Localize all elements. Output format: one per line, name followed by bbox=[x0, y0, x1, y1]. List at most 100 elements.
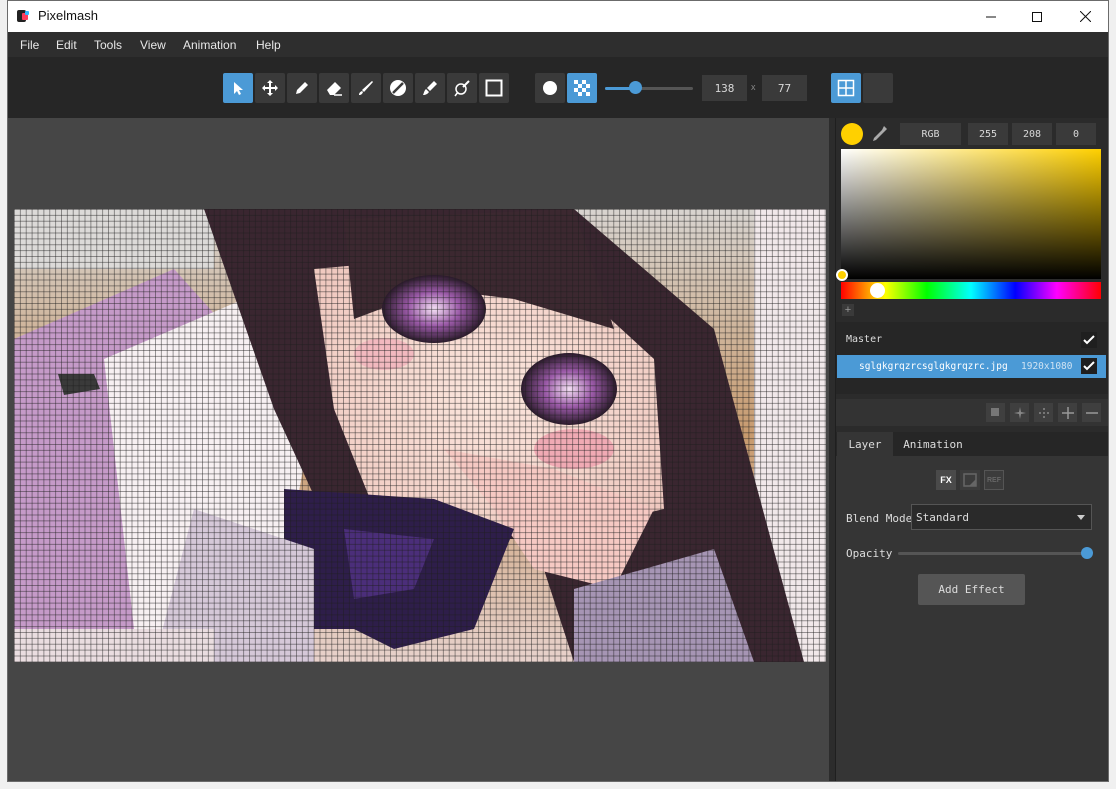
toolbar: 138 x 77 bbox=[8, 57, 1108, 118]
move-icon bbox=[262, 80, 278, 96]
minimize-icon bbox=[986, 16, 996, 17]
fx-button[interactable]: FX bbox=[936, 470, 956, 490]
menu-bar: File Edit Tools View Animation Help bbox=[8, 32, 1108, 57]
current-color-swatch[interactable] bbox=[841, 123, 863, 145]
dimension-separator: x bbox=[751, 82, 756, 92]
grid-view-icon bbox=[837, 79, 855, 97]
blank-view-button[interactable] bbox=[863, 73, 893, 103]
layer-item[interactable]: sglgkgrqzrcsglgkgrqzrc.jpg 1920x1080 bbox=[837, 355, 1106, 378]
menu-file[interactable]: File bbox=[20, 38, 39, 52]
layer-tools bbox=[836, 399, 1108, 426]
dots-button[interactable] bbox=[1034, 403, 1053, 422]
hue-knob[interactable] bbox=[870, 283, 885, 298]
maximize-button[interactable] bbox=[1014, 1, 1060, 32]
pencil-icon bbox=[296, 82, 308, 94]
menu-animation[interactable]: Animation bbox=[183, 38, 236, 52]
paint-icon bbox=[423, 81, 437, 95]
brush-icon bbox=[359, 81, 373, 95]
brush-tool-button[interactable] bbox=[351, 73, 381, 103]
layer-name: sglgkgrqzrcsglgkgrqzrc.jpg bbox=[859, 361, 1008, 372]
fill-tool-button[interactable] bbox=[383, 73, 413, 103]
window-title: Pixelmash bbox=[38, 8, 98, 23]
fill-icon bbox=[390, 80, 406, 96]
add-layer-button[interactable] bbox=[1058, 403, 1077, 422]
add-effect-button[interactable]: Add Effect bbox=[918, 574, 1025, 605]
pixel-artwork[interactable] bbox=[14, 209, 826, 662]
master-visibility-checkbox[interactable] bbox=[1081, 332, 1097, 348]
eyedropper-icon[interactable] bbox=[871, 124, 889, 144]
blend-mode-value: Standard bbox=[916, 510, 969, 524]
menu-view[interactable]: View bbox=[140, 38, 166, 52]
grid-view-button[interactable] bbox=[831, 73, 861, 103]
duplicate-icon bbox=[990, 407, 999, 416]
eraser-tool-button[interactable] bbox=[319, 73, 349, 103]
title-bar: Pixelmash bbox=[8, 1, 1108, 32]
right-panel: RGB 255 208 0 + Master sglgkgrqzrcsglgkg… bbox=[835, 118, 1108, 781]
menu-edit[interactable]: Edit bbox=[56, 38, 77, 52]
opacity-label: Opacity bbox=[846, 547, 893, 560]
paint-tool-button[interactable] bbox=[415, 73, 445, 103]
saturation-value-knob[interactable] bbox=[836, 269, 848, 281]
mask-button[interactable] bbox=[960, 470, 980, 490]
menu-help[interactable]: Help bbox=[256, 38, 281, 52]
dots-icon bbox=[1038, 407, 1049, 418]
ref-label: REF bbox=[987, 476, 1001, 484]
menu-tools[interactable]: Tools bbox=[94, 38, 122, 52]
panel-tabs: Layer Animation bbox=[836, 432, 1108, 456]
dither-pattern-icon bbox=[574, 80, 590, 96]
add-icon bbox=[1061, 406, 1074, 419]
pointer-tool-button[interactable] bbox=[223, 73, 253, 103]
opacity-slider[interactable] bbox=[898, 552, 1088, 555]
maximize-icon bbox=[1032, 11, 1042, 22]
app-logo-icon bbox=[17, 10, 29, 22]
pointer-icon bbox=[234, 82, 243, 95]
blue-field[interactable]: 0 bbox=[1056, 123, 1096, 145]
width-field[interactable]: 138 bbox=[702, 75, 747, 101]
check-icon bbox=[1083, 361, 1095, 371]
ref-button[interactable]: REF bbox=[984, 470, 1004, 490]
master-layer[interactable]: Master bbox=[836, 330, 1108, 352]
minimize-button[interactable] bbox=[968, 1, 1014, 32]
add-swatch-button[interactable]: + bbox=[842, 304, 854, 316]
tab-animation[interactable]: Animation bbox=[898, 432, 968, 456]
red-field[interactable]: 255 bbox=[968, 123, 1008, 145]
fx-label: FX bbox=[940, 475, 952, 485]
circle-brush-icon bbox=[543, 81, 557, 95]
rectangle-icon bbox=[485, 79, 503, 97]
move-tool-button[interactable] bbox=[255, 73, 285, 103]
chevron-down-icon bbox=[1077, 515, 1085, 520]
dither-pattern-button[interactable] bbox=[567, 73, 597, 103]
sparkle-icon bbox=[1013, 406, 1026, 419]
close-button[interactable] bbox=[1062, 1, 1108, 32]
pencil-tool-button[interactable] bbox=[287, 73, 317, 103]
duplicate-layer-button[interactable] bbox=[986, 403, 1005, 422]
green-field[interactable]: 208 bbox=[1012, 123, 1052, 145]
remove-layer-button[interactable] bbox=[1082, 403, 1101, 422]
blend-mode-label: Blend Mode bbox=[846, 512, 913, 525]
layer-size: 1920x1080 bbox=[1021, 361, 1073, 372]
color-mode-button[interactable]: RGB bbox=[900, 123, 961, 145]
layer-properties: FX REF Blend Mode Standard Opacity Add E… bbox=[836, 456, 1108, 781]
mask-icon bbox=[963, 473, 977, 487]
close-icon bbox=[1079, 11, 1091, 22]
saturation-value-picker[interactable] bbox=[841, 149, 1101, 279]
remove-icon bbox=[1085, 411, 1098, 414]
blend-mode-select[interactable]: Standard bbox=[911, 504, 1092, 530]
pixel-grid-overlay bbox=[14, 209, 826, 662]
pixel-size-knob[interactable] bbox=[629, 81, 642, 94]
pixel-size-slider[interactable] bbox=[605, 87, 693, 90]
check-icon bbox=[1083, 335, 1095, 345]
tab-layer[interactable]: Layer bbox=[837, 432, 893, 456]
rectangle-tool-button[interactable] bbox=[479, 73, 509, 103]
master-label: Master bbox=[846, 334, 883, 345]
opacity-knob[interactable] bbox=[1081, 547, 1093, 559]
layer-visibility-checkbox[interactable] bbox=[1081, 358, 1097, 374]
canvas-area[interactable] bbox=[8, 118, 829, 781]
pen-tool-button[interactable] bbox=[447, 73, 477, 103]
height-field[interactable]: 77 bbox=[762, 75, 807, 101]
eraser-icon bbox=[327, 82, 342, 96]
circle-brush-button[interactable] bbox=[535, 73, 565, 103]
layers-list: Master sglgkgrqzrcsglgkgrqzrc.jpg 1920x1… bbox=[836, 322, 1108, 394]
pen-icon bbox=[454, 80, 470, 97]
sparkle-button[interactable] bbox=[1010, 403, 1029, 422]
